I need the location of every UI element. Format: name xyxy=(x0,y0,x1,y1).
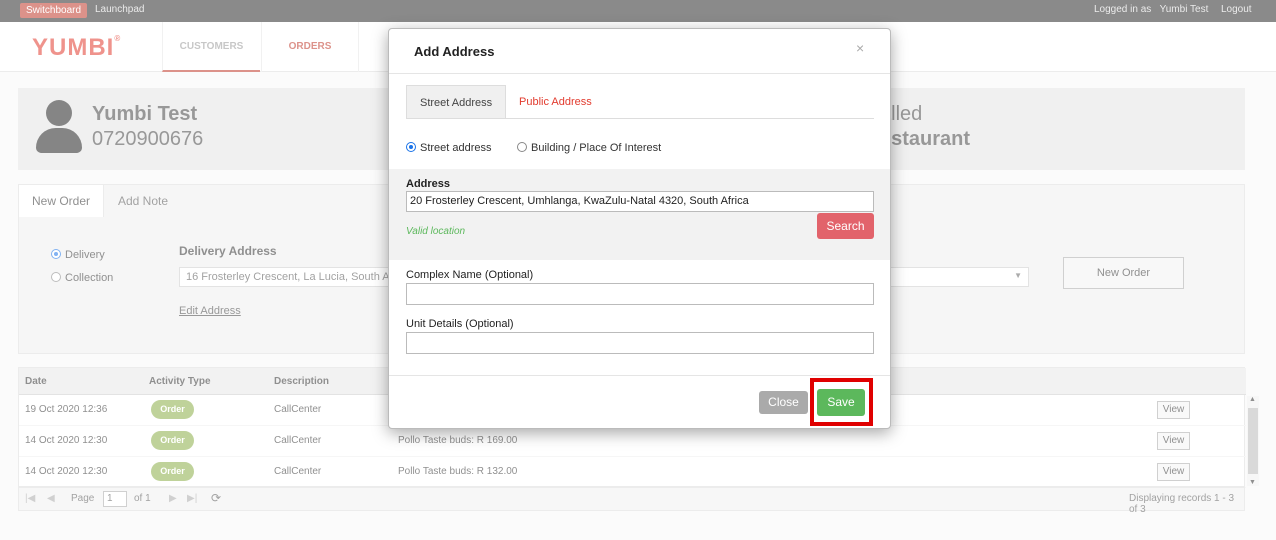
radio-selected-icon xyxy=(406,142,416,152)
building-radio-label: Building / Place Of Interest xyxy=(531,142,662,154)
unit-details-label: Unit Details (Optional) xyxy=(406,318,514,330)
save-button[interactable]: Save xyxy=(817,389,865,416)
close-icon[interactable]: × xyxy=(856,40,864,56)
complex-name-input[interactable] xyxy=(406,283,874,305)
street-address-radio[interactable]: Street address xyxy=(406,142,492,154)
dialog-title: Add Address xyxy=(414,44,495,59)
footer-divider xyxy=(389,375,890,376)
close-button[interactable]: Close xyxy=(759,391,808,414)
address-label: Address xyxy=(406,178,451,190)
add-address-dialog: Add Address × Street Address Public Addr… xyxy=(388,28,891,429)
tab-street-address[interactable]: Street Address xyxy=(406,85,507,119)
header-divider xyxy=(389,73,890,74)
building-radio[interactable]: Building / Place Of Interest xyxy=(517,142,661,154)
radio-unselected-icon xyxy=(517,142,527,152)
search-button[interactable]: Search xyxy=(817,213,874,239)
tab-divider xyxy=(406,118,874,119)
street-address-radio-label: Street address xyxy=(420,142,492,154)
unit-details-input[interactable] xyxy=(406,332,874,354)
valid-location-text: Valid location xyxy=(406,226,466,237)
address-input[interactable]: 20 Frosterley Crescent, Umhlanga, KwaZul… xyxy=(406,191,874,212)
tab-public-address[interactable]: Public Address xyxy=(506,85,605,119)
complex-name-label: Complex Name (Optional) xyxy=(406,269,534,281)
address-section: Address 20 Frosterley Crescent, Umhlanga… xyxy=(389,169,890,260)
